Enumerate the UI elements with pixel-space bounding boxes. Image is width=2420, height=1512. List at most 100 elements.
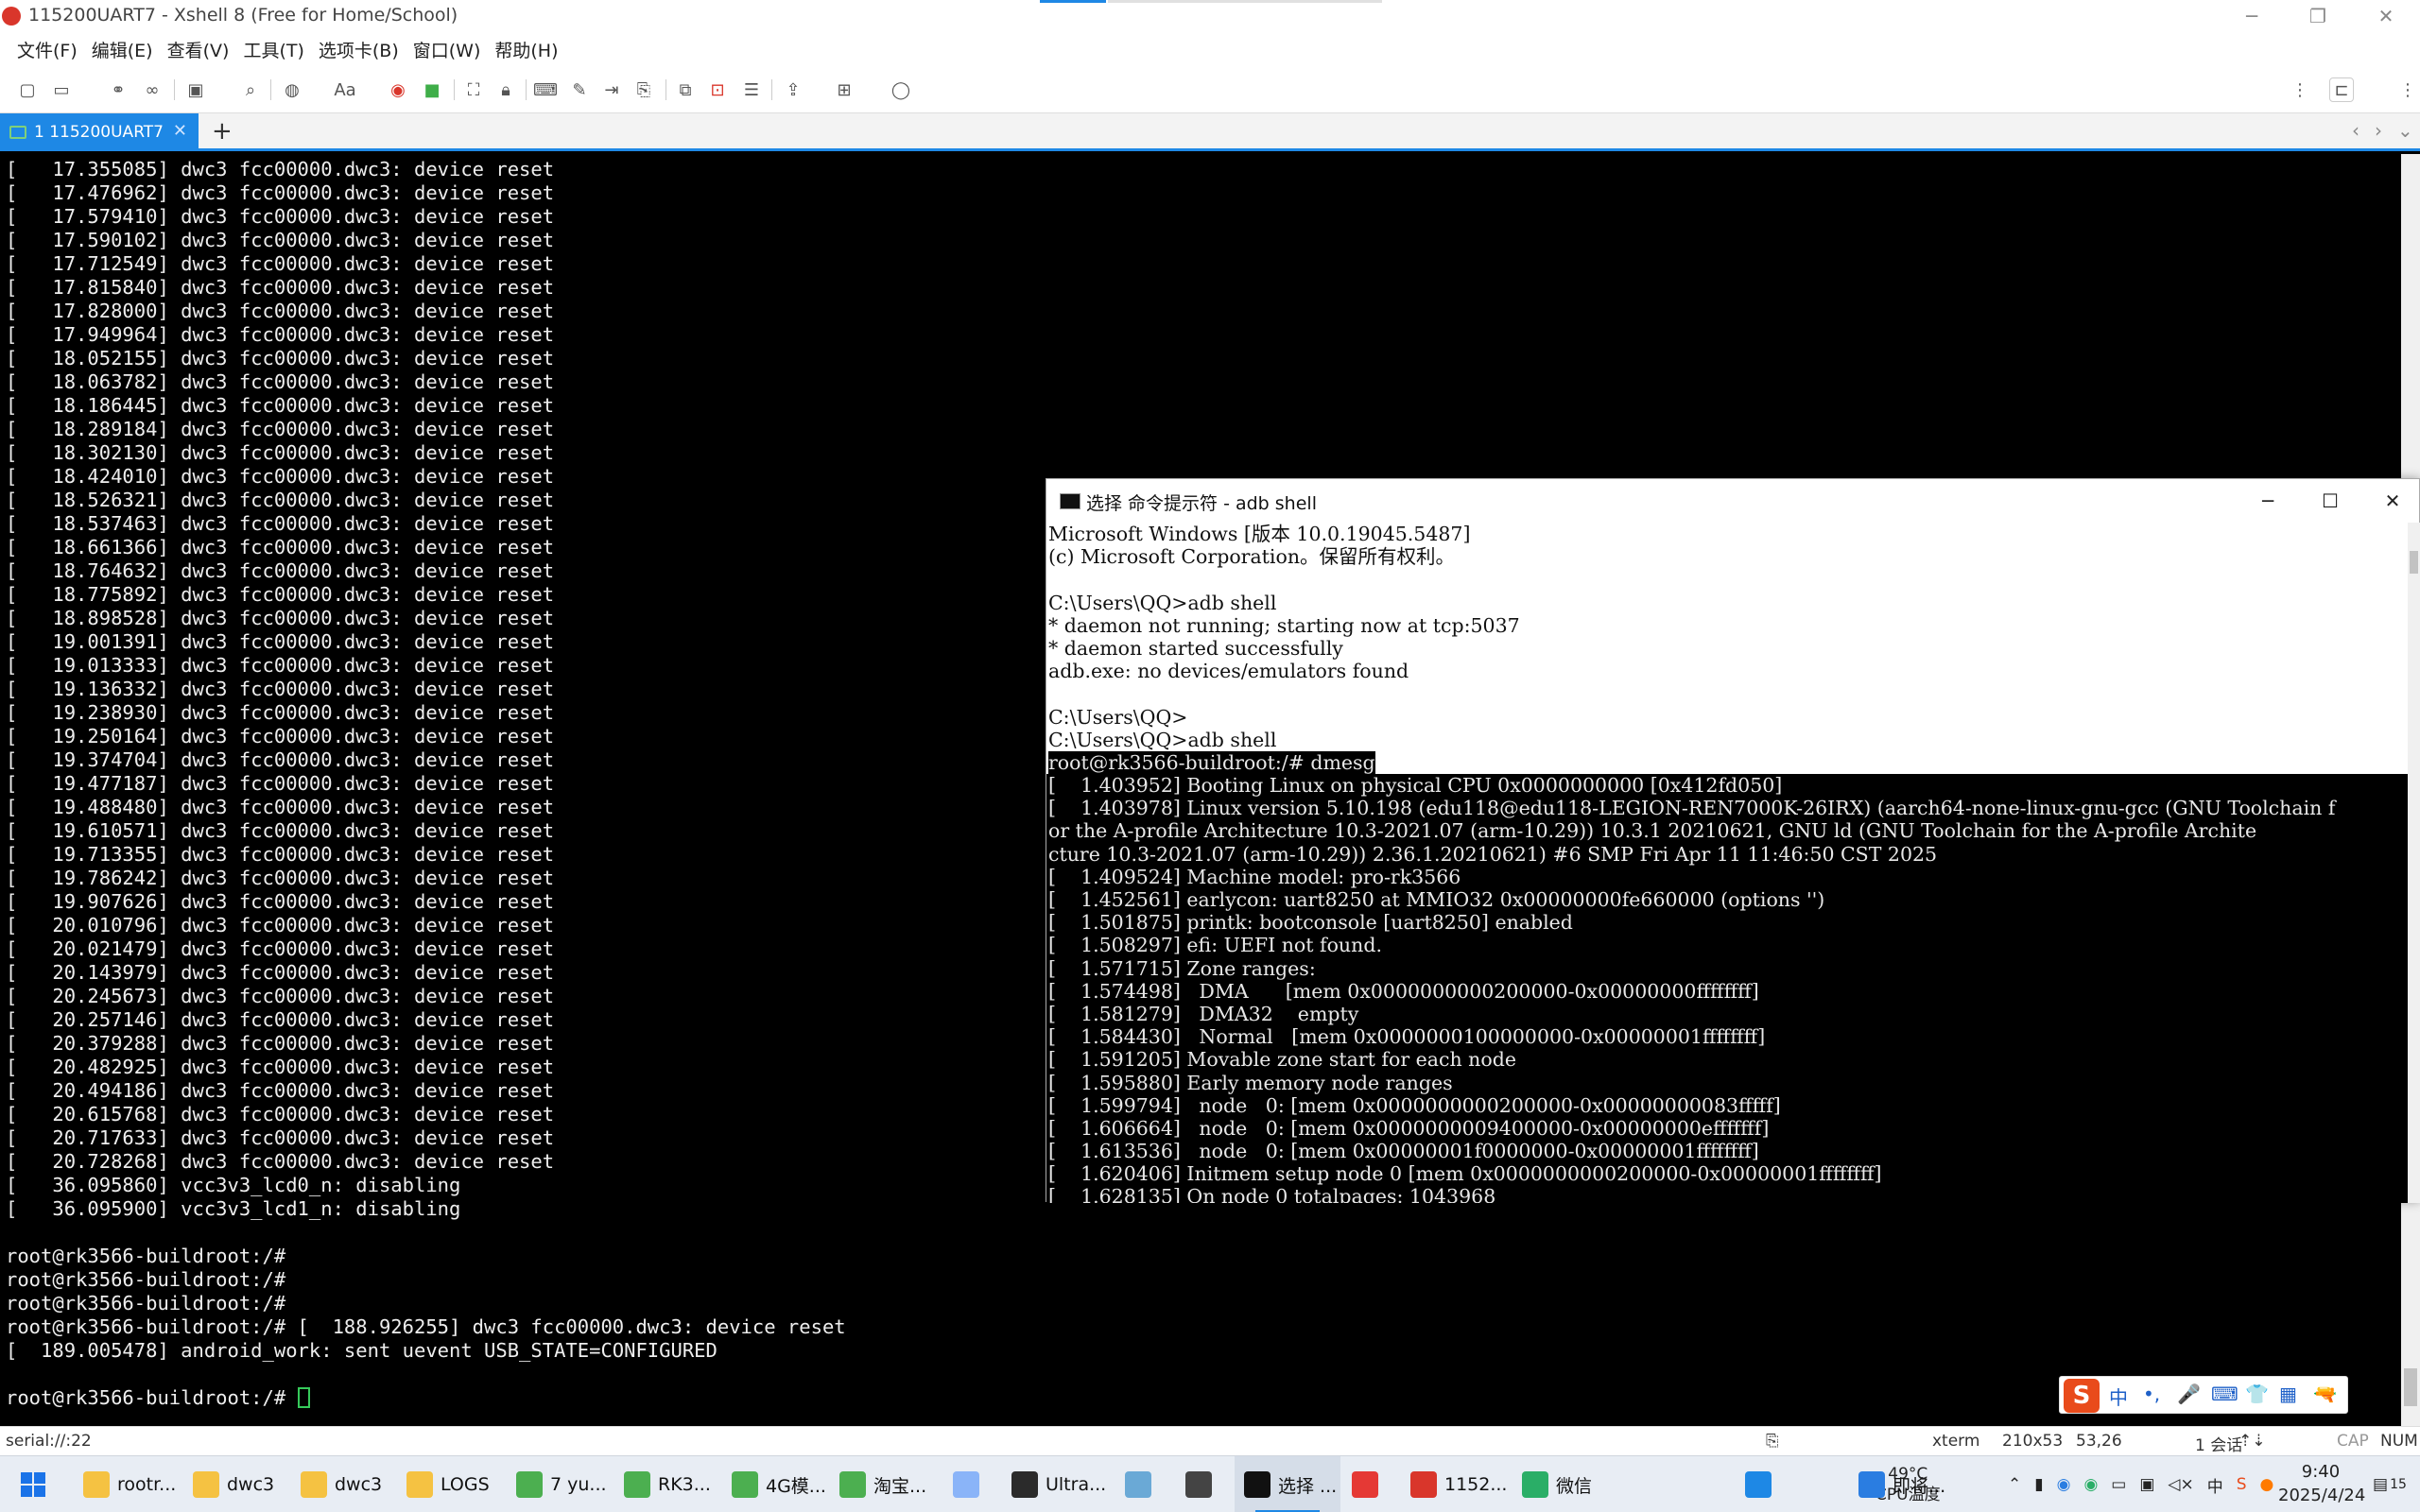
font-icon[interactable]: Aa	[331, 77, 359, 102]
taskbar-app-5[interactable]: RK3...	[614, 1456, 720, 1512]
ime-voice-icon[interactable]: 🎤	[2177, 1383, 2201, 1405]
terminal-line: [ 17.815840] dwc3 fcc00000.dwc3: device …	[6, 276, 555, 299]
app-icon	[839, 1471, 866, 1498]
taskbar-app-8[interactable]	[943, 1456, 993, 1512]
ime-toolbar[interactable]: S 中 •, 🎤 ⌨ 👕 ▦ 🔫	[2059, 1376, 2348, 1414]
tray-volume-icon[interactable]: ◁×	[2168, 1475, 2193, 1494]
menu-window[interactable]: 窗口(W)	[413, 37, 481, 62]
keyboard-icon[interactable]: ⌨	[533, 77, 558, 102]
tray-network-icon[interactable]: ▣	[2139, 1475, 2154, 1494]
cmd-minimize-button[interactable]: ─	[2238, 483, 2298, 519]
status-sessions[interactable]: 1 会话	[2195, 1432, 2242, 1455]
status-scroll-icon[interactable]: ⇡⇣	[2238, 1432, 2266, 1451]
terminal-scrollbar-thumb[interactable]	[2404, 1368, 2417, 1406]
clock[interactable]: 9:40 2025/4/24	[2278, 1460, 2365, 1507]
app-icon	[1745, 1471, 1772, 1498]
tab-115200uart7[interactable]: 1 115200UART7 ✕	[0, 113, 199, 151]
menu-file[interactable]: 文件(F)	[17, 37, 78, 62]
new-session-icon[interactable]: ▢	[15, 77, 40, 102]
menu-tabs[interactable]: 选项卡(B)	[319, 37, 399, 62]
tray-expand-icon[interactable]: ⌃	[2008, 1475, 2021, 1494]
copy-icon[interactable]: ⧉	[673, 77, 698, 102]
minimize-button[interactable]: ─	[2221, 0, 2282, 32]
add-tab-button[interactable]: +	[212, 117, 233, 146]
ime-toolbox-icon[interactable]: ▦	[2279, 1383, 2297, 1405]
taskbar-app-label: 即将...	[1893, 1475, 1946, 1497]
taskbar-app-12[interactable]: 选择 ...	[1235, 1456, 1340, 1512]
cmd-close-button[interactable]: ✕	[2362, 483, 2420, 519]
lock-icon[interactable]: 🔒︎	[493, 77, 518, 102]
taskbar-app-6[interactable]: 4G模...	[722, 1456, 828, 1512]
app-icon	[624, 1471, 650, 1498]
ime-punctuation-icon[interactable]: •,	[2143, 1383, 2160, 1405]
pen-icon[interactable]: ✎	[567, 77, 592, 102]
taskbar-app-14[interactable]: 1152...	[1401, 1456, 1507, 1512]
cmd-line: root@rk3566-buildroot:/# dmesg	[1046, 750, 2408, 775]
taskbar-app-1[interactable]: dwc3	[183, 1456, 289, 1512]
tab-prev-icon[interactable]: ‹	[2352, 119, 2360, 142]
taskbar-app-2[interactable]: dwc3	[291, 1456, 397, 1512]
ime-chinese-mode[interactable]: 中	[2109, 1383, 2128, 1410]
fullscreen-icon[interactable]: ⛶	[461, 77, 486, 102]
cmd-scrollbar-thumb[interactable]	[2410, 551, 2418, 574]
paste-icon[interactable]: ⊡	[705, 77, 730, 102]
transfer-icon[interactable]: ⇪	[781, 77, 805, 102]
tray-sogou-icon[interactable]: S	[2237, 1475, 2247, 1494]
tray-wechat-icon[interactable]: ◉	[2083, 1475, 2098, 1494]
globe-icon[interactable]: ◍	[280, 77, 304, 102]
tray-bluetooth-icon[interactable]: ◉	[2057, 1475, 2071, 1494]
taskbar-app-13[interactable]	[1342, 1456, 1392, 1512]
taskbar-app-10[interactable]	[1115, 1456, 1165, 1512]
search-icon[interactable]: ⌕	[238, 77, 263, 102]
taskbar-app-4[interactable]: 7 yu...	[507, 1456, 613, 1512]
send-icon[interactable]: ⇥	[599, 77, 624, 102]
taskbar-app-15[interactable]: 微信	[1512, 1456, 1618, 1512]
tray-app-icon[interactable]: ▮	[2034, 1475, 2043, 1494]
tray-battery-icon[interactable]: ▭	[2111, 1475, 2126, 1494]
ime-keyboard-icon[interactable]: ⌨	[2211, 1383, 2238, 1405]
more-icon[interactable]: ⋮	[2288, 77, 2312, 102]
cmd-selected-line: [ 1.584430] Normal [mem 0x00000001000000…	[1046, 1025, 2408, 1049]
tab-list-icon[interactable]: ⌄	[2397, 119, 2413, 142]
restore-button[interactable]: ❐	[2288, 0, 2348, 32]
cmd-output[interactable]: Microsoft Windows [版本 10.0.19045.5487] (c…	[1046, 523, 2408, 1203]
cmd-title-bar[interactable]: 选择 命令提示符 - adb shell ─ ☐ ✕	[1046, 479, 2419, 523]
sogou-logo-icon[interactable]: S	[2064, 1379, 2100, 1413]
link-icon[interactable]: ⚭	[106, 77, 130, 102]
layout-icon[interactable]: ⊞	[832, 77, 856, 102]
tray-badge-icon[interactable]: ●	[2260, 1475, 2274, 1494]
script-icon[interactable]: ⎘	[631, 77, 656, 102]
cmd-maximize-button[interactable]: ☐	[2300, 483, 2360, 519]
tab-next-icon[interactable]: ›	[2375, 119, 2382, 142]
taskbar-app-17[interactable]: 即将...	[1849, 1456, 1955, 1512]
cmd-window[interactable]: 选择 命令提示符 - adb shell ─ ☐ ✕ Microsoft Win…	[1046, 478, 2420, 1203]
menu-tools[interactable]: 工具(T)	[243, 37, 303, 62]
tray-ime-icon[interactable]: 中	[2207, 1473, 2223, 1497]
xftp-icon[interactable]: ◉	[386, 77, 410, 102]
taskbar-app-16[interactable]	[1736, 1456, 1785, 1512]
menu-edit[interactable]: 编辑(E)	[92, 37, 153, 62]
close-button[interactable]: ✕	[2356, 0, 2416, 32]
cmd-scrollbar[interactable]	[2408, 523, 2420, 1203]
lock-screen-icon[interactable]: ⊏	[2329, 77, 2354, 102]
windows-start-icon[interactable]	[21, 1472, 45, 1497]
taskbar-app-3[interactable]: LOGS	[397, 1456, 503, 1512]
status-session: serial://:22	[6, 1432, 92, 1451]
tab-close-icon[interactable]: ✕	[173, 121, 187, 141]
unlink-icon[interactable]: ∞	[140, 77, 164, 102]
new-window-icon[interactable]: ▣	[183, 77, 208, 102]
menu-view[interactable]: 查看(V)	[167, 37, 230, 62]
notification-center[interactable]: ▤ 15	[2373, 1456, 2407, 1512]
open-folder-icon[interactable]: ▭	[49, 77, 74, 102]
taskbar-app-0[interactable]: rootr...	[74, 1456, 180, 1512]
xagent-icon[interactable]: ■	[420, 77, 444, 102]
taskbar-app-9[interactable]: Ultra...	[1002, 1456, 1108, 1512]
ime-game-icon[interactable]: 🔫	[2313, 1383, 2337, 1405]
taskbar-app-11[interactable]	[1176, 1456, 1225, 1512]
ime-skin-icon[interactable]: 👕	[2245, 1383, 2269, 1405]
overflow-icon[interactable]: ⋮	[2395, 77, 2420, 102]
compose-icon[interactable]: ☰	[739, 77, 764, 102]
menu-help[interactable]: 帮助(H)	[494, 37, 558, 62]
chat-icon[interactable]: ◯	[889, 77, 913, 102]
taskbar-app-7[interactable]: 淘宝...	[830, 1456, 936, 1512]
